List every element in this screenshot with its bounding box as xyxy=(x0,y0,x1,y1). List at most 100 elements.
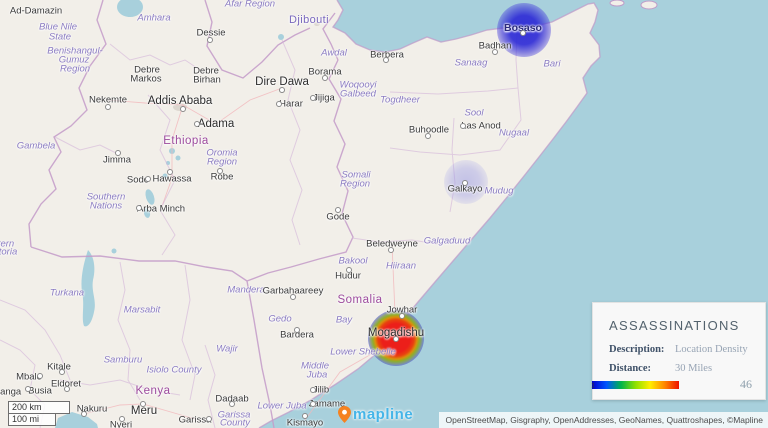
map-label: Gode xyxy=(326,212,349,223)
legend-title: ASSASSINATIONS xyxy=(609,318,765,333)
map-label: Markos xyxy=(130,74,161,85)
map-label: Ethiopia xyxy=(163,135,209,147)
legend-distance-value: 30 Miles xyxy=(675,362,712,375)
scale-mi: 100 mi xyxy=(8,414,56,426)
map-label: Las Anod xyxy=(461,121,501,132)
town-marker xyxy=(276,101,282,107)
town-marker xyxy=(310,387,316,393)
map-label: Jimma xyxy=(103,155,131,166)
map-label: Bay xyxy=(336,315,352,326)
scale-km: 200 km xyxy=(8,401,70,414)
town-marker xyxy=(492,49,498,55)
mapline-logo-text: mapline xyxy=(353,406,413,423)
map-label: Ad-Damazin xyxy=(10,6,62,17)
legend-distance-label: Distance: xyxy=(609,362,675,375)
town-marker xyxy=(346,267,352,273)
map-attribution: OpenStreetMap, Gisgraphy, OpenAddresses,… xyxy=(439,412,768,428)
map-label: Wajir xyxy=(216,344,237,355)
density-max-value: 46 xyxy=(740,377,752,392)
map-label: Busia xyxy=(28,386,52,397)
town-marker xyxy=(180,106,186,112)
density-gradient-bar xyxy=(592,381,679,389)
map-label: Galgaduud xyxy=(424,236,470,247)
map-label: Arba Minch xyxy=(137,204,185,215)
town-marker xyxy=(145,176,151,182)
town-marker xyxy=(310,401,316,407)
map-label: County xyxy=(220,418,250,428)
map-label: Gedo xyxy=(268,314,291,325)
town-marker xyxy=(388,247,394,253)
map-label: Isiolo County xyxy=(147,365,202,376)
town-marker xyxy=(520,30,526,36)
map-label: Bari xyxy=(544,59,561,70)
legend-description-value: Location Density xyxy=(675,343,748,356)
map-pin-icon xyxy=(338,406,351,423)
map-label: Togdheer xyxy=(380,95,420,106)
map-label: Kismayo xyxy=(287,418,323,428)
town-marker xyxy=(194,121,200,127)
map-label: Afar Region xyxy=(225,0,275,10)
map-label: Lower Juba xyxy=(257,401,306,412)
legend-description-row: Description: Location Density xyxy=(609,343,765,356)
town-marker xyxy=(64,386,70,392)
town-marker xyxy=(136,205,142,211)
map-label: toria xyxy=(0,247,17,258)
town-marker xyxy=(37,373,43,379)
town-marker xyxy=(279,87,285,93)
map-label: Bakool xyxy=(338,256,367,267)
town-marker xyxy=(290,294,296,300)
map-label: Marsabit xyxy=(124,305,160,316)
legend-panel: ASSASSINATIONS Description: Location Den… xyxy=(592,302,766,400)
town-marker xyxy=(206,416,212,422)
legend-distance-row: Distance: 30 Miles xyxy=(609,362,765,375)
map-label: Galbeed xyxy=(340,89,376,100)
map-label: Hawassa xyxy=(152,174,191,185)
map-viewport[interactable]: EthiopiaSomaliaKenyaDjiboutiBlue NileSta… xyxy=(0,0,768,428)
town-marker xyxy=(460,123,466,129)
density-min-value: 1 xyxy=(591,381,595,390)
map-label: Juba xyxy=(307,370,328,381)
mapline-logo: mapline xyxy=(338,406,413,423)
map-label: Addis Ababa xyxy=(148,95,213,107)
town-marker xyxy=(399,313,405,319)
town-marker xyxy=(425,133,431,139)
town-marker xyxy=(335,207,341,213)
town-marker xyxy=(462,180,468,186)
town-marker xyxy=(310,95,316,101)
map-label: State xyxy=(49,32,71,43)
town-marker xyxy=(322,75,328,81)
map-label: Sanaag xyxy=(455,58,488,69)
map-label: Region xyxy=(60,64,90,75)
map-label: Awdal xyxy=(321,48,347,59)
map-label: ganga xyxy=(0,387,21,398)
map-label: Adama xyxy=(198,118,234,130)
map-label: Turkana xyxy=(50,288,84,299)
map-label: Nations xyxy=(90,201,122,212)
map-label: Region xyxy=(340,179,370,190)
town-marker xyxy=(25,386,31,392)
town-marker xyxy=(167,169,173,175)
town-marker xyxy=(115,150,121,156)
town-marker xyxy=(140,401,146,407)
town-marker xyxy=(294,327,300,333)
legend-description-label: Description: xyxy=(609,343,675,356)
town-marker xyxy=(217,168,223,174)
map-label: Sool xyxy=(464,108,483,119)
map-scale-control: 200 km 100 mi xyxy=(8,401,70,426)
town-marker xyxy=(207,37,213,43)
map-label: Amhara xyxy=(137,13,170,24)
map-label: Harar xyxy=(279,99,303,110)
town-marker xyxy=(119,416,125,422)
map-label: Nugaal xyxy=(499,128,529,139)
town-marker xyxy=(383,57,389,63)
map-label: Samburu xyxy=(104,355,143,366)
town-marker xyxy=(59,369,65,375)
map-label: Djibouti xyxy=(289,14,329,26)
town-marker xyxy=(302,413,308,419)
map-label: Region xyxy=(207,157,237,168)
map-label: Mandera xyxy=(227,285,265,296)
town-marker xyxy=(393,336,399,342)
town-marker xyxy=(229,401,235,407)
map-label: Mudug xyxy=(484,186,513,197)
town-marker xyxy=(81,411,87,417)
